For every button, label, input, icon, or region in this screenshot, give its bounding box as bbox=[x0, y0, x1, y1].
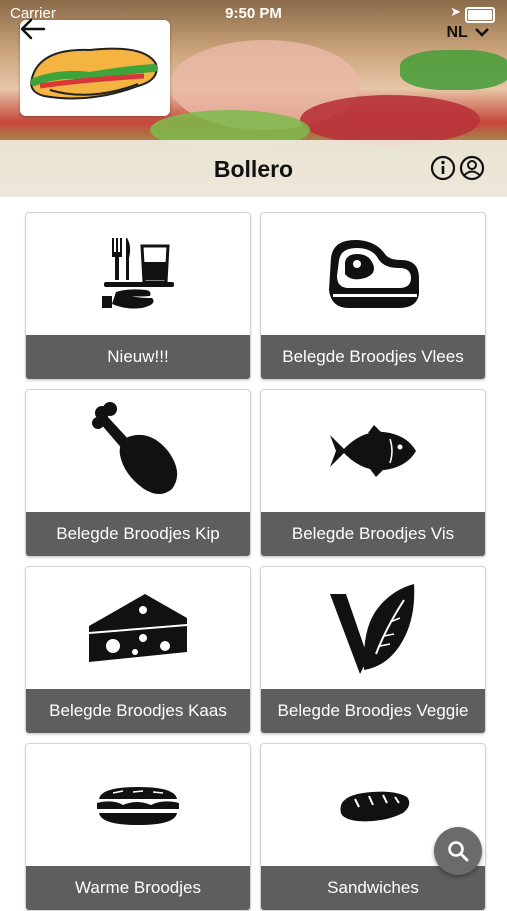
search-icon bbox=[448, 841, 469, 862]
category-card-kip[interactable]: Belegde Broodjes Kip bbox=[25, 389, 251, 557]
category-label: Belegde Broodjes Vlees bbox=[261, 335, 485, 379]
info-button[interactable] bbox=[430, 155, 456, 181]
category-image bbox=[26, 213, 250, 335]
steak-icon bbox=[329, 240, 419, 308]
language-label: NL bbox=[446, 24, 468, 41]
veggie-leaf-icon bbox=[330, 584, 415, 674]
language-selector[interactable]: NL bbox=[447, 24, 490, 42]
banner-tomato bbox=[300, 95, 480, 145]
category-card-veggie[interactable]: Belegde Broodjes Veggie bbox=[260, 566, 486, 734]
category-card-nieuw[interactable]: Nieuw!!! bbox=[25, 212, 251, 380]
category-label: Nieuw!!! bbox=[26, 335, 250, 379]
arrow-left-icon bbox=[20, 18, 46, 40]
back-button[interactable] bbox=[18, 14, 48, 44]
bread-icon bbox=[340, 791, 410, 822]
fish-icon bbox=[330, 425, 416, 477]
account-button[interactable] bbox=[459, 155, 485, 181]
user-circle-icon bbox=[459, 155, 485, 181]
category-card-warme-broodjes[interactable]: Warme Broodjes bbox=[25, 743, 251, 911]
category-image bbox=[26, 390, 250, 512]
chevron-down-icon bbox=[475, 28, 489, 37]
category-label: Belegde Broodjes Kaas bbox=[26, 689, 250, 733]
battery-icon bbox=[465, 7, 495, 23]
category-label: Warme Broodjes bbox=[26, 866, 250, 910]
category-image bbox=[26, 744, 250, 866]
category-image bbox=[261, 390, 485, 512]
info-icon bbox=[430, 155, 456, 181]
category-card-kaas[interactable]: Belegde Broodjes Kaas bbox=[25, 566, 251, 734]
cheese-icon bbox=[89, 594, 187, 662]
location-icon: ➤ bbox=[450, 4, 461, 19]
banner-cucumber bbox=[400, 50, 507, 90]
hot-sandwich-icon bbox=[97, 787, 179, 825]
category-label: Belegde Broodjes Kip bbox=[26, 512, 250, 556]
category-card-vlees[interactable]: Belegde Broodjes Vlees bbox=[260, 212, 486, 380]
chicken-leg-icon bbox=[92, 402, 178, 494]
category-label: Belegde Broodjes Vis bbox=[261, 512, 485, 556]
search-button[interactable] bbox=[434, 827, 482, 875]
category-image bbox=[26, 567, 250, 689]
category-image bbox=[261, 213, 485, 335]
category-image bbox=[261, 567, 485, 689]
category-card-vis[interactable]: Belegde Broodjes Vis bbox=[260, 389, 486, 557]
category-label: Belegde Broodjes Veggie bbox=[261, 689, 485, 733]
tray-cutlery-icon bbox=[102, 238, 174, 309]
